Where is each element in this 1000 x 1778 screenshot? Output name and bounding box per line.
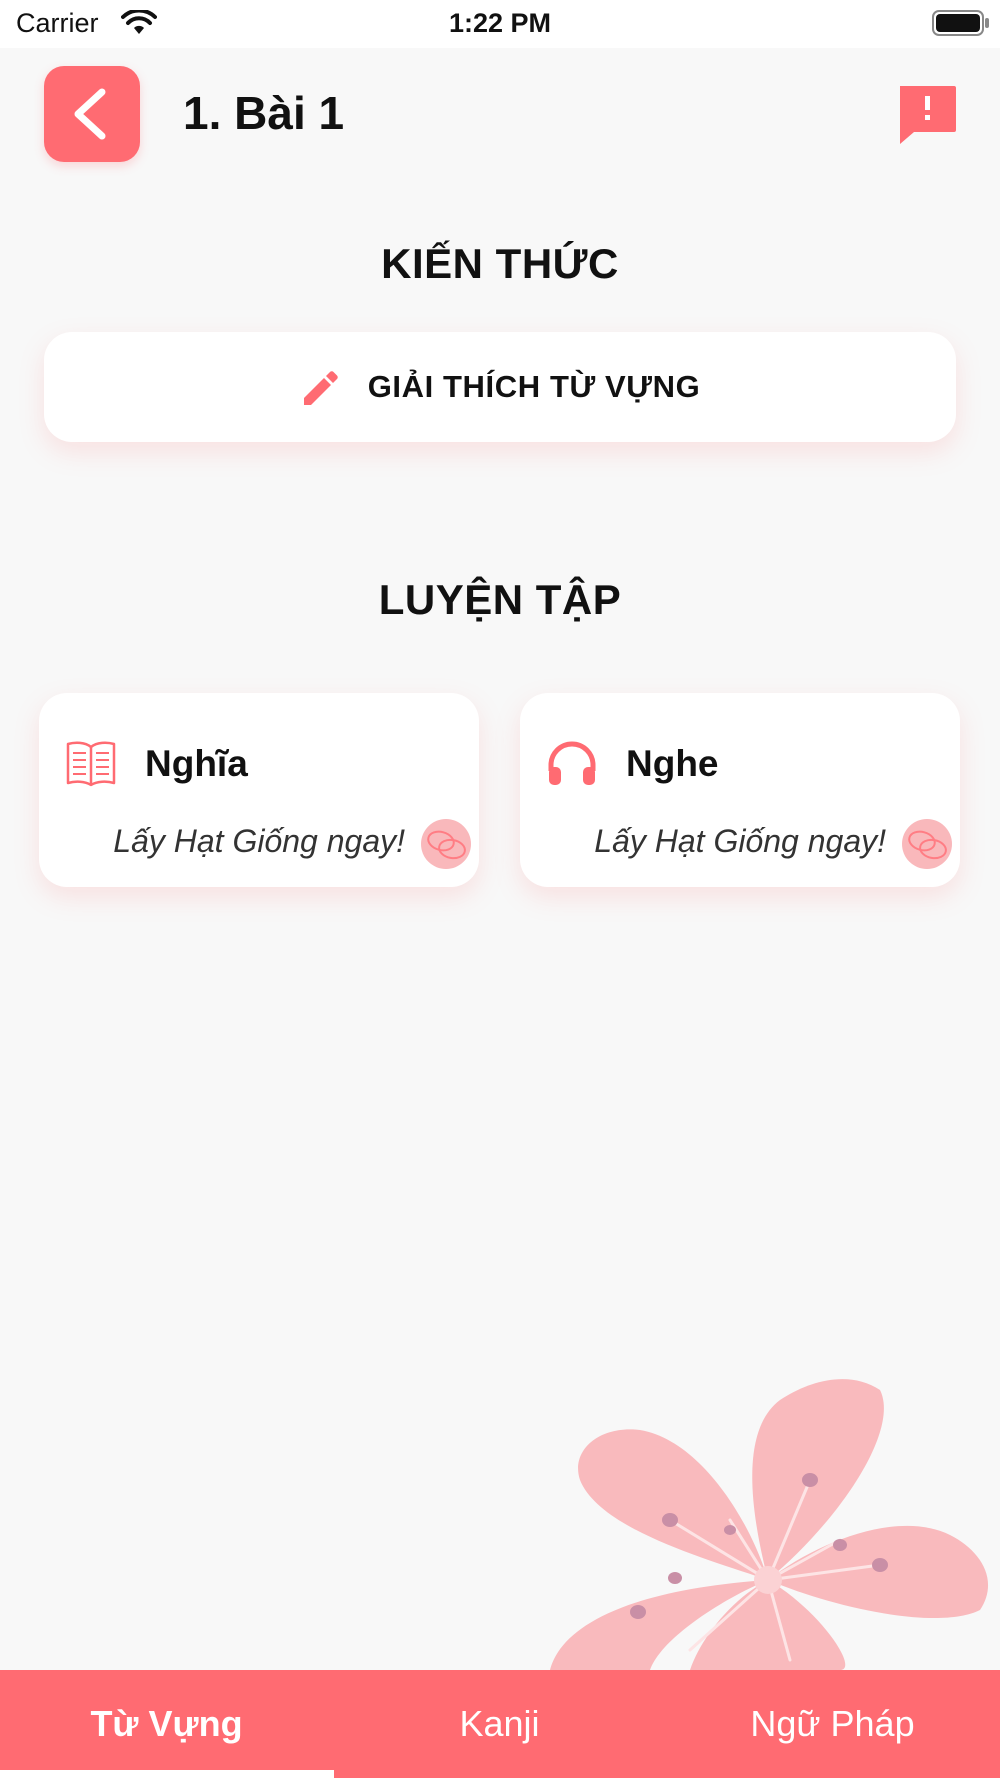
knowledge-section-title: KIẾN THỨC <box>381 240 619 287</box>
cherry-blossom-illustration <box>540 1370 1000 1675</box>
chevron-left-icon <box>74 88 106 140</box>
tab-grammar[interactable]: Ngữ Pháp <box>666 1670 999 1778</box>
meaning-practice-card[interactable]: Nghĩa Lấy Hạt Giống ngay! <box>39 693 479 887</box>
page-title: 1. Bài 1 <box>183 87 345 139</box>
listening-card-title: Nghe <box>626 743 719 784</box>
tab-kanji[interactable]: Kanji <box>333 1670 666 1778</box>
battery-icon <box>932 10 989 36</box>
vocabulary-explanation-label: GIẢI THÍCH TỪ VỰNG <box>367 369 701 404</box>
back-button[interactable] <box>44 66 140 162</box>
clock-time: 1:22 PM <box>448 8 552 38</box>
vocabulary-explanation-button[interactable]: GIẢI THÍCH TỪ VỰNG <box>44 332 956 442</box>
pencil-icon <box>303 371 338 405</box>
book-icon <box>65 739 117 792</box>
seed-icon <box>902 819 952 869</box>
active-tab-indicator <box>0 1770 334 1778</box>
meaning-card-subtitle: Lấy Hạt Giống ngay! <box>113 823 405 859</box>
bottom-tab-bar: Từ Vựng Kanji Ngữ Pháp <box>0 1670 1000 1778</box>
listening-card-subtitle: Lấy Hạt Giống ngay! <box>594 823 886 859</box>
report-message-icon[interactable] <box>896 84 958 149</box>
listening-practice-card[interactable]: Nghe Lấy Hạt Giống ngay! <box>520 693 960 887</box>
practice-section-title: LUYỆN TẬP <box>378 576 622 623</box>
status-bar: Carrier 1:22 PM <box>0 0 1000 48</box>
tab-vocabulary[interactable]: Từ Vựng <box>0 1670 333 1778</box>
headphones-icon <box>546 739 598 792</box>
meaning-card-title: Nghĩa <box>145 743 248 784</box>
seed-icon <box>421 819 471 869</box>
